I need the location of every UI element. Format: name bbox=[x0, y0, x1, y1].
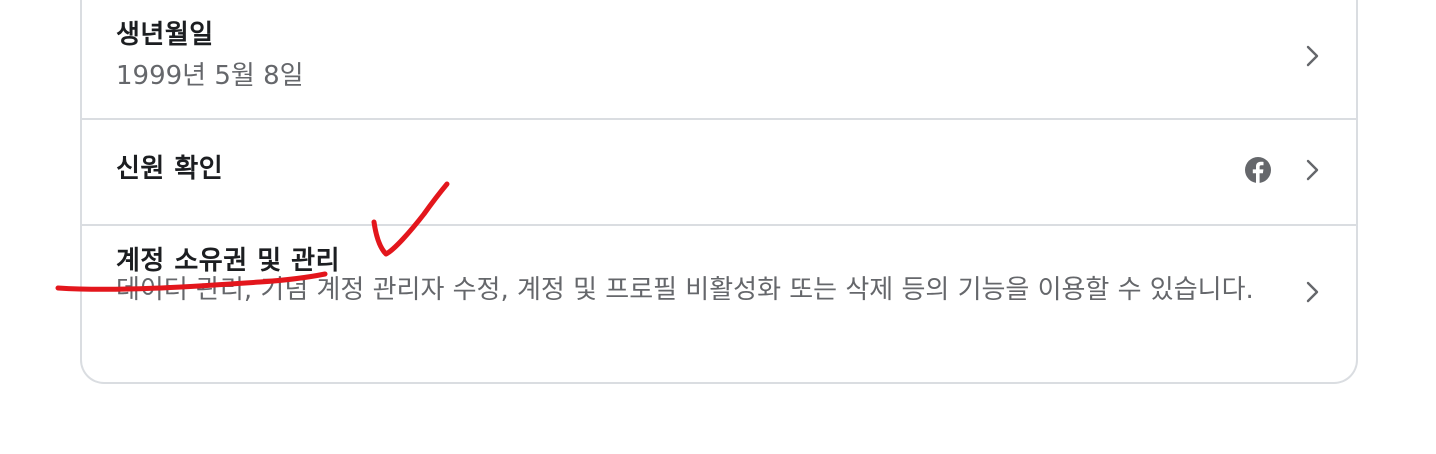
identity-title: 신원 확인 bbox=[116, 154, 224, 184]
settings-page: 생년월일 1999년 5월 8일 신원 확인 계정 소유권 및 관리 데이터 관… bbox=[0, 0, 1436, 454]
birthday-value: 1999년 5월 8일 bbox=[116, 61, 304, 91]
identity-verification-row[interactable]: 신원 확인 bbox=[82, 120, 1356, 225]
facebook-icon bbox=[1245, 157, 1271, 183]
birthday-title: 생년월일 bbox=[116, 20, 214, 50]
chevron-right-icon bbox=[1306, 45, 1319, 67]
chevron-right-icon bbox=[1306, 159, 1319, 181]
settings-card: 생년월일 1999년 5월 8일 신원 확인 계정 소유권 및 관리 데이터 관… bbox=[80, 0, 1358, 384]
chevron-right-icon bbox=[1306, 281, 1319, 303]
account-ownership-row[interactable]: 계정 소유권 및 관리 데이터 관리, 기념 계정 관리자 수정, 계정 및 프… bbox=[82, 226, 1356, 382]
ownership-description: 데이터 관리, 기념 계정 관리자 수정, 계정 및 프로필 비활성화 또는 삭… bbox=[116, 275, 1254, 305]
birthday-row[interactable]: 생년월일 1999년 5월 8일 bbox=[82, 0, 1356, 118]
